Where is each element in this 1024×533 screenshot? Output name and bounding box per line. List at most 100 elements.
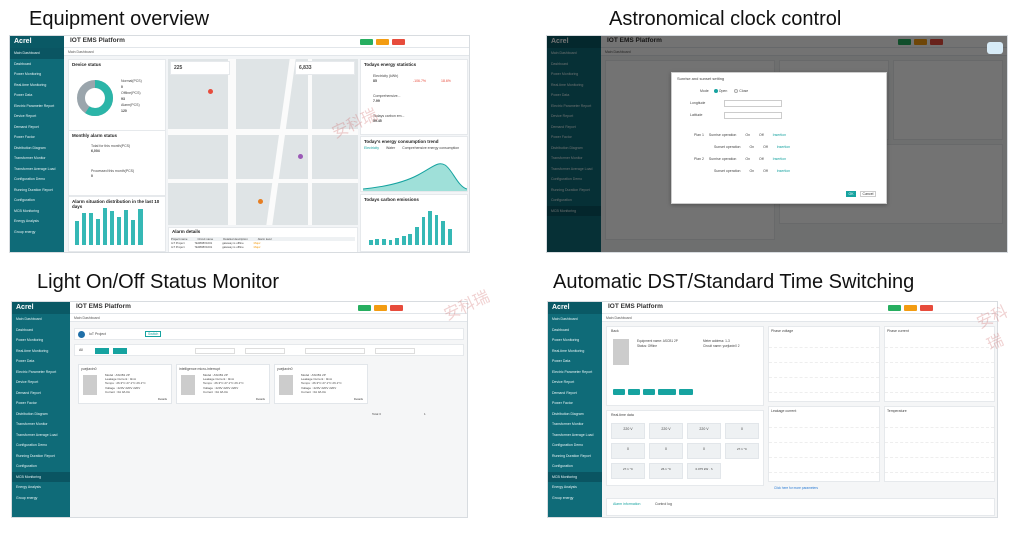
sidebar-item-power-monitoring[interactable]: Power Monitoring xyxy=(548,335,602,346)
sidebar-item-config-demo[interactable]: Configuration Demo xyxy=(548,440,602,451)
sidebar-item-running-duration[interactable]: Running Duration Report xyxy=(10,185,64,196)
sidebar-item-main-dashboard[interactable]: Main Dashboard xyxy=(548,314,602,325)
sidebar-item-power-factor[interactable]: Power Factor xyxy=(12,398,70,409)
more-params-link[interactable]: Click here for more parameters xyxy=(774,486,818,490)
sidebar-item-device-report[interactable]: Device Report xyxy=(12,377,70,388)
project-map[interactable] xyxy=(168,59,358,225)
sidebar-item-transformer[interactable]: Transformer Monitor xyxy=(12,419,70,430)
sidebar-item-transformer-load[interactable]: Transformer Average Load xyxy=(12,430,70,441)
filter-on-button[interactable] xyxy=(95,348,109,354)
select-4[interactable] xyxy=(375,348,415,354)
sidebar-item-realtime[interactable]: Real-time Monitoring xyxy=(12,346,70,357)
ok-button[interactable]: OK xyxy=(846,191,856,197)
sidebar-item-config-demo[interactable]: Configuration Demo xyxy=(10,174,64,185)
longitude-input[interactable] xyxy=(724,100,782,107)
details-link[interactable]: Details xyxy=(158,397,167,401)
action-button-3[interactable] xyxy=(643,389,655,395)
details-link[interactable]: Details xyxy=(354,397,363,401)
sidebar-item-demand-report[interactable]: Demand Report xyxy=(10,122,64,133)
sidebar-item-mcb[interactable]: MCB Monitoring xyxy=(10,206,64,217)
light-card-2[interactable]: intelligence micro-interrupt Model : ASC… xyxy=(176,364,270,404)
back-link[interactable]: Back xyxy=(607,327,763,335)
sidebar-item-distribution[interactable]: Distribution Diagram xyxy=(12,409,70,420)
status-badge-red[interactable] xyxy=(392,39,405,45)
status-badge-orange[interactable] xyxy=(904,305,917,311)
action-button-1[interactable] xyxy=(613,389,625,395)
sidebar-item-running-duration[interactable]: Running Duration Report xyxy=(548,451,602,462)
sidebar-item-electric-report[interactable]: Electric Parameter Report xyxy=(10,101,64,112)
sidebar-item-electric-report[interactable]: Electric Parameter Report xyxy=(12,367,70,378)
sidebar-item-config-demo[interactable]: Configuration Demo xyxy=(12,440,70,451)
sidebar-item-energy-analysis[interactable]: Energy Analysis xyxy=(12,482,70,493)
sidebar-item-distribution[interactable]: Distribution Diagram xyxy=(10,143,64,154)
sidebar-item-configuration[interactable]: Configuration xyxy=(10,195,64,206)
sidebar-item-power-monitoring[interactable]: Power Monitoring xyxy=(12,335,70,346)
select-2[interactable] xyxy=(245,348,285,354)
status-badge-orange[interactable] xyxy=(376,39,389,45)
trend-tab-water[interactable]: Water xyxy=(386,146,395,150)
sidebar-item-transformer[interactable]: Transformer Monitor xyxy=(10,153,64,164)
light-card-3[interactable]: yuejiaxin0 Model : ASCB1 2P Leakage Curr… xyxy=(274,364,368,404)
tab-control-log[interactable]: Control log xyxy=(655,502,672,506)
sidebar-item-dashboard[interactable]: Dashboard xyxy=(548,325,602,336)
sidebar-item-realtime[interactable]: Real-time Monitoring xyxy=(10,80,64,91)
sidebar-item-group-energy[interactable]: Group energy xyxy=(12,493,70,504)
tab-alarm-info[interactable]: Alarm information xyxy=(613,502,640,506)
sidebar-item-group-energy[interactable]: Group energy xyxy=(548,493,602,504)
details-link[interactable]: Details xyxy=(256,397,265,401)
chat-icon[interactable] xyxy=(987,42,1003,54)
filter-off-button[interactable] xyxy=(113,348,127,354)
trend-tab-comprehensive[interactable]: Comprehensive energy consumption xyxy=(402,146,459,150)
action-button-2[interactable] xyxy=(628,389,640,395)
sidebar-item-demand-report[interactable]: Demand Report xyxy=(12,388,70,399)
action-button-5[interactable] xyxy=(679,389,693,395)
sidebar-item-electric-report[interactable]: Electric Parameter Report xyxy=(548,367,602,378)
cancel-button[interactable]: Cancel xyxy=(860,191,876,197)
sidebar-item-realtime[interactable]: Real-time Monitoring xyxy=(548,346,602,357)
sidebar-item-transformer-load[interactable]: Transformer Average Load xyxy=(10,164,64,175)
sidebar-item-mcb[interactable]: MCB Monitoring xyxy=(548,471,602,482)
sidebar-item-distribution[interactable]: Distribution Diagram xyxy=(548,409,602,420)
light-card-1[interactable]: yuejiaxin0 Model : ASCB1 2P Leakage Curr… xyxy=(78,364,172,404)
sidebar-item-demand-report[interactable]: Demand Report xyxy=(548,388,602,399)
sidebar-item-device-report[interactable]: Device Report xyxy=(10,111,64,122)
status-badge-green[interactable] xyxy=(358,305,371,311)
sidebar-item-main-dashboard[interactable]: Main Dashboard xyxy=(12,314,70,325)
sidebar-item-mcb[interactable]: MCB Monitoring xyxy=(12,471,70,482)
select-3[interactable] xyxy=(305,348,365,354)
breadcrumb-home[interactable]: Main Dashboard xyxy=(68,50,94,54)
pagination-page[interactable]: 1 xyxy=(424,412,426,416)
status-badge-green[interactable] xyxy=(360,39,373,45)
sidebar-item-power-data[interactable]: Power Data xyxy=(10,90,64,101)
sidebar-item-power-factor[interactable]: Power Factor xyxy=(548,398,602,409)
switch-button[interactable]: Switch xyxy=(145,331,162,337)
filter-all[interactable]: All xyxy=(79,348,83,352)
mode-open-radio[interactable] xyxy=(713,89,718,94)
sidebar-item-energy-analysis[interactable]: Energy Analysis xyxy=(10,216,64,227)
status-badge-red[interactable] xyxy=(390,305,403,311)
sidebar-item-power-factor[interactable]: Power Factor xyxy=(10,132,64,143)
sidebar-item-device-report[interactable]: Device Report xyxy=(548,377,602,388)
action-button-4[interactable] xyxy=(658,389,676,395)
status-badge-orange[interactable] xyxy=(374,305,387,311)
sidebar-item-group-energy[interactable]: Group energy xyxy=(10,227,64,238)
sidebar-item-energy-analysis[interactable]: Energy Analysis xyxy=(548,482,602,493)
mode-close-radio[interactable] xyxy=(734,89,739,94)
status-badge-red[interactable] xyxy=(920,305,933,311)
table-row[interactable]: IoT Project 7E0808X1001 gateway is offli… xyxy=(171,245,355,249)
sidebar-item-transformer-load[interactable]: Transformer Average Load xyxy=(548,430,602,441)
sidebar-item-running-duration[interactable]: Running Duration Report xyxy=(12,451,70,462)
sidebar-item-transformer[interactable]: Transformer Monitor xyxy=(548,419,602,430)
sidebar-item-power-monitoring[interactable]: Power Monitoring xyxy=(10,69,64,80)
select-1[interactable] xyxy=(195,348,235,354)
sidebar-item-main-dashboard[interactable]: Main Dashboard xyxy=(10,48,64,59)
sidebar-item-dashboard[interactable]: Dashboard xyxy=(12,325,70,336)
trend-tab-electricity[interactable]: Electricity xyxy=(364,146,379,150)
status-badge-green[interactable] xyxy=(888,305,901,311)
latitude-input[interactable] xyxy=(724,112,782,119)
sidebar-item-configuration[interactable]: Configuration xyxy=(548,461,602,472)
sidebar-item-configuration[interactable]: Configuration xyxy=(12,461,70,472)
sidebar-item-power-data[interactable]: Power Data xyxy=(12,356,70,367)
sidebar-item-power-data[interactable]: Power Data xyxy=(548,356,602,367)
sidebar-item-dashboard[interactable]: Dashboard xyxy=(10,59,64,70)
